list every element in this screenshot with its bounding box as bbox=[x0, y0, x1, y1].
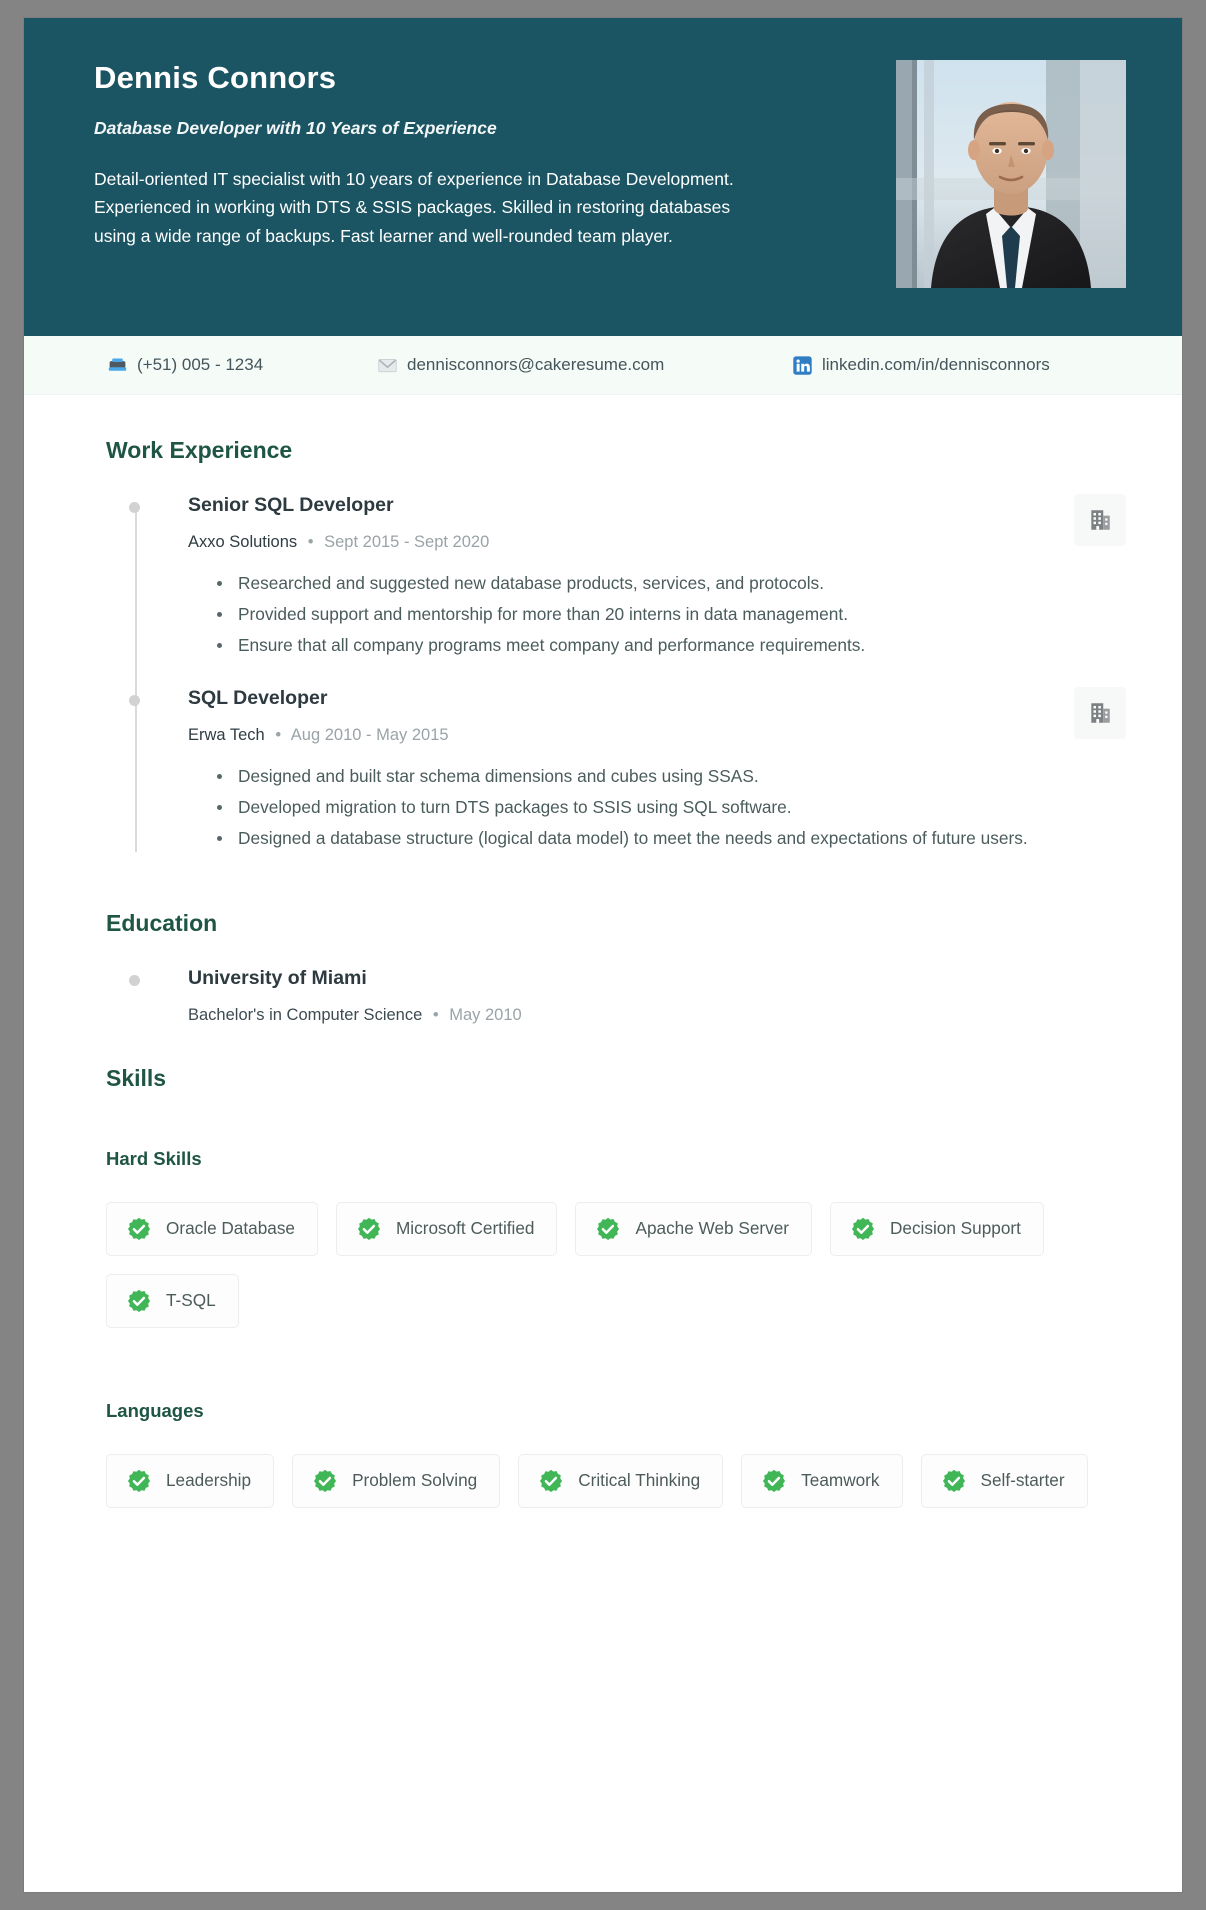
work-entry: SQL Developer Erwa Tech • Aug 2010 - May… bbox=[129, 686, 1126, 852]
contact-bar: (+51) 005 - 1234 dennisconnors@cakeresum… bbox=[24, 336, 1182, 395]
skill-chip[interactable]: Teamwork bbox=[741, 1453, 903, 1508]
check-badge-icon bbox=[312, 1468, 338, 1494]
skill-chip-label: Apache Web Server bbox=[635, 1218, 789, 1239]
resume-header: Dennis Connors Database Developer with 1… bbox=[24, 18, 1182, 336]
job-bullet: Designed a database structure (logical d… bbox=[214, 825, 1126, 852]
candidate-headline: Database Developer with 10 Years of Expe… bbox=[94, 118, 497, 138]
skill-chip[interactable]: Oracle Database bbox=[106, 1201, 318, 1256]
skill-chip[interactable]: Problem Solving bbox=[292, 1453, 501, 1508]
section-education: Education University of Miami Bachelor's… bbox=[106, 910, 1126, 1025]
contact-phone[interactable]: (+51) 005 - 1234 bbox=[106, 354, 376, 376]
contact-linkedin-value: linkedin.com/in/dennisconnors bbox=[822, 355, 1050, 374]
job-bullet: Provided support and mentorship for more… bbox=[214, 601, 1126, 628]
hard-skills-chip-row: Oracle Database Microsoft Certified Apac… bbox=[106, 1201, 1126, 1328]
skill-chip[interactable]: Critical Thinking bbox=[518, 1453, 724, 1508]
skill-chip-label: Teamwork bbox=[801, 1470, 880, 1491]
job-meta: Erwa Tech • Aug 2010 - May 2015 bbox=[188, 726, 1058, 745]
education-date: May 2010 bbox=[449, 1005, 522, 1024]
job-meta: Axxo Solutions • Sept 2015 - Sept 2020 bbox=[188, 533, 1058, 552]
resume-body: Work Experience Senior SQL Developer Axx… bbox=[24, 395, 1182, 1548]
contact-linkedin[interactable]: linkedin.com/in/dennisconnors bbox=[791, 354, 1126, 376]
skill-chip[interactable]: T-SQL bbox=[106, 1273, 239, 1328]
check-badge-icon bbox=[126, 1216, 152, 1242]
contact-phone-value: (+51) 005 - 1234 bbox=[137, 355, 264, 374]
skill-chip-label: Decision Support bbox=[889, 1218, 1021, 1239]
education-entry: University of Miami Bachelor's in Comput… bbox=[129, 966, 1126, 1025]
skill-chip-label: T-SQL bbox=[166, 1290, 216, 1311]
job-dates: Aug 2010 - May 2015 bbox=[290, 725, 449, 744]
skill-chip-label: Critical Thinking bbox=[578, 1470, 701, 1491]
section-work-experience: Work Experience Senior SQL Developer Axx… bbox=[106, 437, 1126, 852]
skill-chip[interactable]: Self-starter bbox=[920, 1453, 1088, 1508]
timeline-dot bbox=[129, 694, 140, 706]
check-badge-icon bbox=[356, 1216, 382, 1242]
skill-group-hard-skills: Hard Skills Oracle Database Microsoft Ce… bbox=[106, 1148, 1126, 1328]
building-icon bbox=[1074, 686, 1126, 739]
job-bullet: Ensure that all company programs meet co… bbox=[214, 632, 1126, 659]
education-meta: Bachelor's in Computer Science • May 201… bbox=[188, 1006, 1126, 1025]
skills-title: Skills bbox=[106, 1064, 167, 1091]
contact-email[interactable]: dennisconnors@cakeresume.com bbox=[376, 354, 791, 376]
skill-chip-label: Self-starter bbox=[980, 1470, 1065, 1491]
skill-chip-label: Problem Solving bbox=[352, 1470, 478, 1491]
check-badge-icon bbox=[761, 1468, 787, 1494]
job-bullet-list: Researched and suggested new database pr… bbox=[214, 570, 1126, 659]
skill-chip[interactable]: Leadership bbox=[106, 1453, 275, 1508]
education-timeline: University of Miami Bachelor's in Comput… bbox=[106, 967, 1126, 1025]
job-dates: Sept 2015 - Sept 2020 bbox=[324, 533, 490, 551]
job-bullet-list: Designed and built star schema dimension… bbox=[214, 763, 1126, 852]
resume-document: Dennis Connors Database Developer with 1… bbox=[24, 18, 1182, 1892]
skill-group-languages: Languages Leadership Problem Solving Cri… bbox=[106, 1400, 1126, 1508]
job-title: Senior SQL Developer bbox=[188, 494, 394, 516]
job-company: Axxo Solutions bbox=[188, 533, 298, 551]
phone-icon bbox=[106, 354, 128, 376]
skill-chip[interactable]: Decision Support bbox=[829, 1201, 1044, 1256]
degree-name: Bachelor's in Computer Science bbox=[188, 1005, 423, 1024]
education-title: Education bbox=[106, 909, 218, 936]
work-experience-title: Work Experience bbox=[106, 437, 293, 463]
meta-separator: • bbox=[275, 725, 282, 744]
job-company: Erwa Tech bbox=[188, 725, 265, 744]
check-badge-icon bbox=[850, 1216, 876, 1242]
candidate-summary: Detail-oriented IT specialist with 10 ye… bbox=[94, 169, 734, 246]
check-badge-icon bbox=[538, 1468, 564, 1494]
skill-chip-label: Microsoft Certified bbox=[395, 1218, 535, 1239]
section-skills: Skills Hard Skills Oracle Database Micro… bbox=[106, 1065, 1126, 1508]
candidate-photo bbox=[896, 60, 1126, 288]
job-bullet: Developed migration to turn DTS packages… bbox=[214, 794, 1126, 821]
school-name: University of Miami bbox=[188, 966, 367, 989]
skill-chip-label: Oracle Database bbox=[166, 1218, 295, 1239]
check-badge-icon bbox=[595, 1216, 621, 1242]
candidate-name: Dennis Connors bbox=[94, 60, 337, 95]
check-badge-icon bbox=[126, 1288, 152, 1314]
languages-label: Languages bbox=[106, 1399, 204, 1421]
header-text-block: Dennis Connors Database Developer with 1… bbox=[94, 60, 814, 250]
timeline-dot bbox=[129, 502, 140, 513]
job-bullet: Designed and built star schema dimension… bbox=[214, 763, 1126, 790]
skill-chip[interactable]: Microsoft Certified bbox=[335, 1201, 558, 1256]
email-icon bbox=[376, 354, 398, 376]
skill-chip[interactable]: Apache Web Server bbox=[575, 1201, 812, 1256]
contact-email-value: dennisconnors@cakeresume.com bbox=[407, 355, 665, 374]
check-badge-icon bbox=[126, 1468, 152, 1494]
job-title: SQL Developer bbox=[188, 686, 328, 709]
languages-chip-row: Leadership Problem Solving Critical Thin… bbox=[106, 1453, 1126, 1508]
work-experience-timeline: Senior SQL Developer Axxo Solutions • Se… bbox=[106, 494, 1126, 852]
page-background: Dennis Connors Database Developer with 1… bbox=[0, 0, 1206, 1910]
meta-separator: • bbox=[307, 533, 314, 551]
timeline-dot bbox=[129, 974, 140, 986]
job-bullet: Researched and suggested new database pr… bbox=[214, 570, 1126, 597]
linkedin-icon bbox=[791, 354, 813, 376]
skill-chip-label: Leadership bbox=[166, 1470, 252, 1491]
meta-separator: • bbox=[432, 1005, 439, 1024]
hard-skills-label: Hard Skills bbox=[106, 1147, 202, 1169]
timeline-line bbox=[135, 508, 137, 852]
check-badge-icon bbox=[941, 1468, 967, 1494]
work-entry: Senior SQL Developer Axxo Solutions • Se… bbox=[129, 494, 1126, 659]
building-icon bbox=[1074, 494, 1126, 546]
